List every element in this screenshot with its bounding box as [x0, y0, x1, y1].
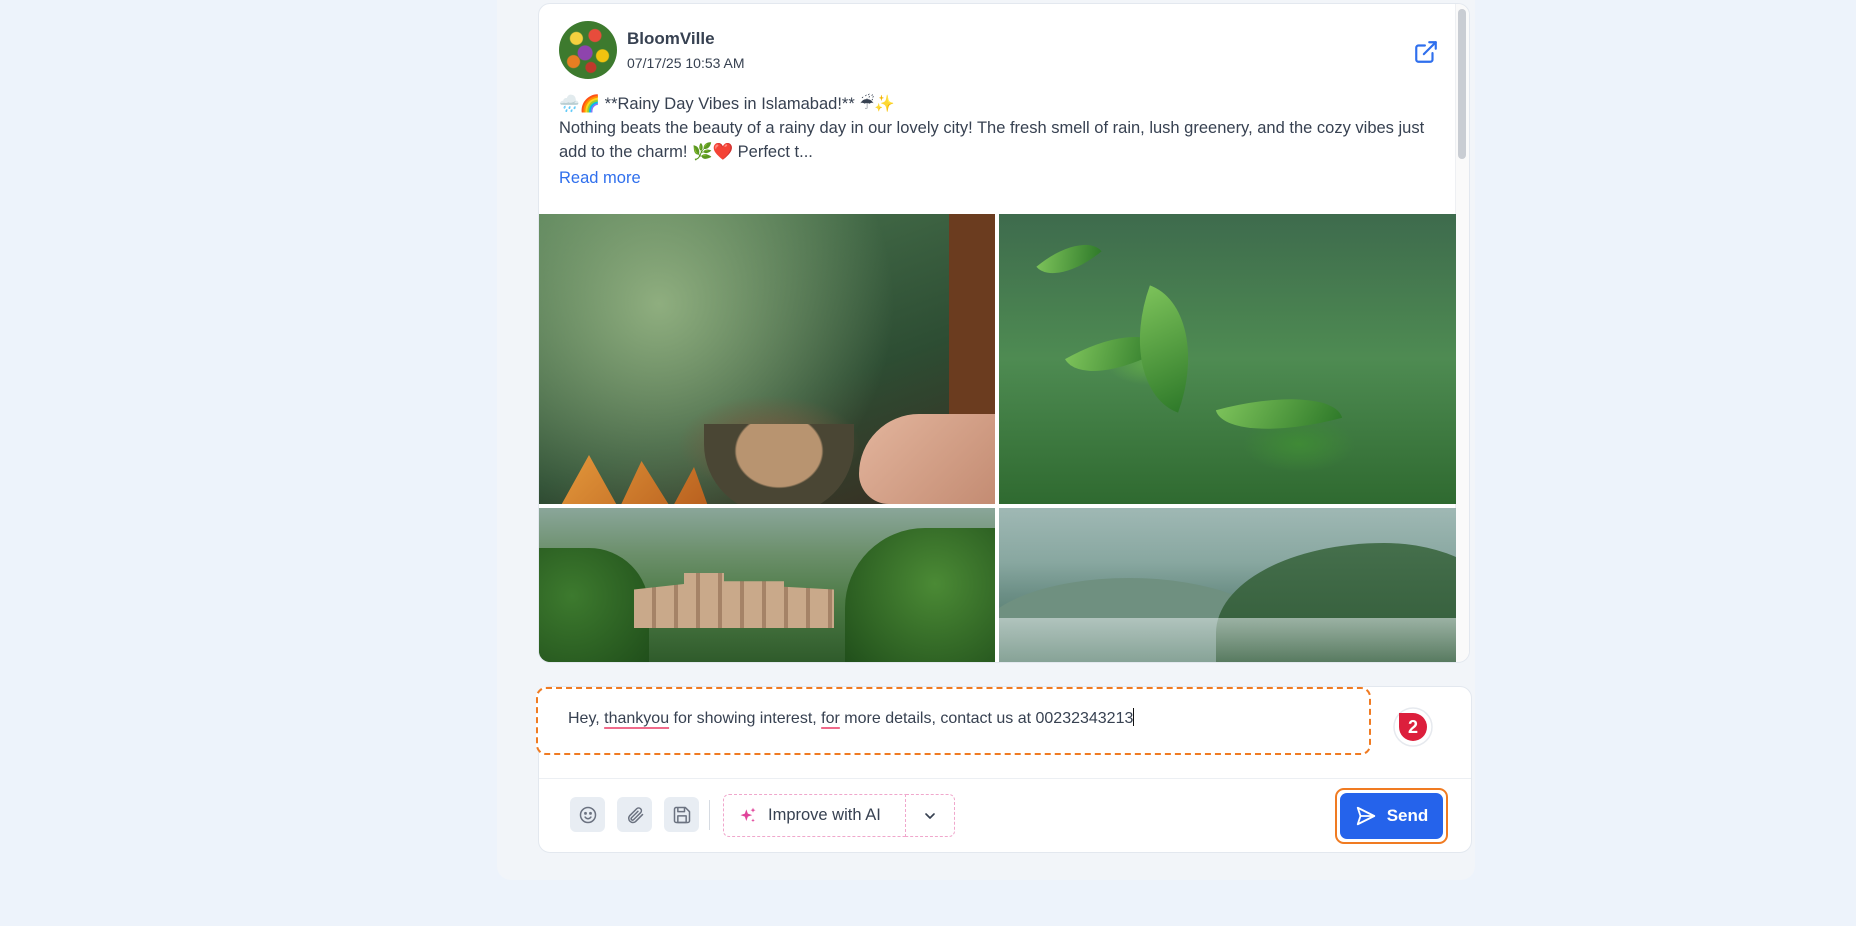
read-more-link[interactable]: Read more — [559, 166, 641, 190]
emoji-button[interactable] — [570, 797, 605, 832]
attachment-icon — [627, 806, 643, 823]
post-header: BloomVille 07/17/25 10:53 AM — [559, 19, 1439, 79]
samosa-shape — [559, 455, 709, 504]
reply-text[interactable]: Hey, thankyou for showing interest, for … — [568, 708, 1135, 728]
scroll-thumb[interactable] — [1458, 9, 1466, 159]
post-text: 🌧️🌈 **Rainy Day Vibes in Islamabad!** ☔✨… — [559, 92, 1439, 190]
scrollbar[interactable] — [1455, 4, 1469, 662]
reply-text-part: more details, contact us at 00232343213 — [839, 710, 1134, 727]
post-image-mountains[interactable] — [999, 508, 1456, 662]
reply-input[interactable]: Hey, thankyou for showing interest, for … — [536, 687, 1371, 755]
save-template-button[interactable] — [664, 797, 699, 832]
trees-left — [539, 548, 649, 662]
mist-shape — [999, 618, 1456, 662]
emoji-icon — [579, 806, 596, 823]
author-name: BloomVille — [627, 29, 715, 48]
post-body-text: Nothing beats the beauty of a rainy day … — [559, 119, 1425, 161]
grammar-suggestions-badge[interactable]: 2 — [1393, 707, 1433, 747]
post-date: 07/17/25 10:53 AM — [627, 55, 745, 71]
toolbar-separator — [709, 800, 710, 830]
grammar-count: 2 — [1408, 717, 1418, 737]
improve-with-ai-label: Improve with AI — [768, 806, 881, 824]
post-title-line: 🌧️🌈 **Rainy Day Vibes in Islamabad!** ☔✨ — [559, 95, 895, 113]
reply-text-part: for showing interest, — [669, 710, 822, 727]
grammar-error-word[interactable]: for — [821, 710, 840, 727]
attach-button[interactable] — [617, 797, 652, 832]
spelling-error-word[interactable]: thankyou — [604, 710, 669, 727]
leaf-shape — [1215, 379, 1343, 449]
post-image-city[interactable] — [539, 508, 995, 662]
sparkle-icon — [740, 807, 756, 822]
avatar — [559, 21, 617, 79]
reply-text-part: Hey, — [568, 710, 605, 727]
send-icon — [1356, 806, 1375, 826]
send-button[interactable]: Send — [1340, 793, 1443, 839]
ai-options-dropdown[interactable] — [906, 794, 955, 837]
composer-divider — [539, 778, 1471, 779]
post-image-tea[interactable] — [539, 214, 995, 504]
post-image-leaves[interactable] — [999, 214, 1456, 504]
buildings-shape — [634, 573, 834, 628]
hand-shape — [859, 414, 995, 504]
text-caret — [1133, 708, 1135, 726]
post-card: BloomVille 07/17/25 10:53 AM 🌧️🌈 **Rainy… — [538, 3, 1470, 663]
chevron-down-icon — [925, 812, 935, 819]
tea-cup-shape — [704, 424, 854, 504]
leaf-shape — [1036, 228, 1102, 290]
send-label: Send — [1386, 806, 1429, 825]
save-icon — [673, 806, 690, 823]
post-image-grid — [539, 214, 1456, 662]
reply-composer: Hey, thankyou for showing interest, for … — [536, 686, 1472, 853]
improve-with-ai-button[interactable]: Improve with AI — [723, 794, 906, 837]
trees-right — [845, 528, 995, 662]
external-link-icon[interactable] — [1413, 39, 1439, 65]
